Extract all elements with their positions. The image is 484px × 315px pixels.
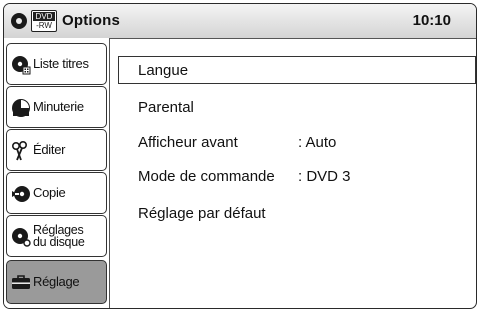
toolbox-icon: [12, 275, 30, 289]
tab-label: Réglage: [33, 274, 80, 289]
sidebar: Liste titres Minuterie Éditer Copie Régl…: [4, 38, 110, 308]
menu-item-mode-de-commande[interactable]: Mode de commande : DVD 3: [138, 168, 351, 185]
clock: 10:10: [412, 12, 451, 29]
timer-icon: [12, 99, 30, 117]
menu-item-value: : DVD 3: [298, 168, 351, 185]
media-badge-bottom: -RW: [36, 21, 52, 30]
menu-item-langue[interactable]: Langue: [118, 56, 476, 84]
menu-item-label: Réglage par défaut: [138, 205, 266, 222]
tab-minuterie[interactable]: Minuterie: [6, 86, 107, 128]
disc-settings-icon: [12, 228, 31, 247]
media-type-badge: DVD -RW: [31, 10, 57, 32]
settings-menu: Langue Parental Afficheur avant : Auto M…: [110, 38, 476, 308]
menu-item-label: Mode de commande: [138, 168, 275, 185]
scissors-icon: [11, 141, 27, 161]
tab-editer[interactable]: Éditer: [6, 129, 107, 171]
tab-liste-titres[interactable]: Liste titres: [6, 43, 107, 85]
tab-label: Copie: [33, 185, 66, 200]
menu-item-value: : Auto: [298, 134, 337, 151]
tab-copie[interactable]: Copie: [6, 172, 107, 214]
menu-item-parental[interactable]: Parental: [138, 99, 194, 116]
media-badge-top: DVD: [33, 12, 55, 21]
tab-label: Réglages du disque: [33, 216, 104, 256]
title-list-icon: [12, 56, 31, 75]
menu-item-reglage-par-defaut[interactable]: Réglage par défaut: [138, 205, 266, 222]
tab-label: Minuterie: [33, 99, 84, 114]
disc-icon: [11, 13, 27, 29]
options-window: DVD -RW Options 10:10 Liste titres Minut…: [3, 3, 477, 309]
page-title: Options: [62, 12, 121, 29]
dub-icon: [12, 186, 30, 202]
menu-item-label: Parental: [138, 99, 194, 116]
tab-label: Liste titres: [33, 56, 89, 71]
tab-label: Éditer: [33, 142, 66, 157]
title-bar: DVD -RW Options 10:10: [4, 4, 476, 39]
tab-label-line2: du disque: [33, 235, 85, 249]
tab-reglages-du-disque[interactable]: Réglages du disque: [6, 215, 107, 257]
menu-item-afficheur-avant[interactable]: Afficheur avant : Auto: [138, 134, 336, 151]
tab-reglage[interactable]: Réglage: [6, 260, 107, 304]
menu-item-label: Langue: [138, 62, 189, 79]
menu-item-label: Afficheur avant: [138, 134, 238, 151]
